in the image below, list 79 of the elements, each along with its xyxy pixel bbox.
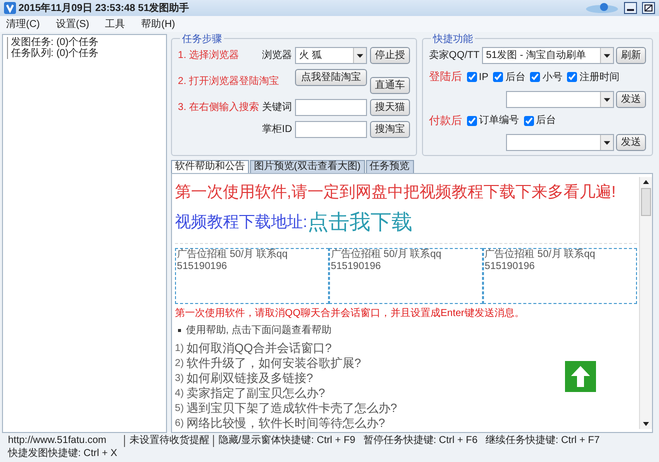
through-train-button[interactable]: 直通车: [370, 77, 410, 94]
status-text: 快捷发图快捷键: Ctrl + X: [6, 448, 118, 460]
checkbox-label[interactable]: 后台: [536, 113, 556, 128]
search-taobao-button[interactable]: 搜淘宝: [370, 121, 410, 138]
checkbox-label[interactable]: 小号: [542, 70, 562, 85]
step-label: 2. 打开浏览器登陆淘宝: [178, 74, 280, 89]
keyword-field[interactable]: [295, 99, 367, 116]
scrollbar[interactable]: [639, 177, 652, 429]
status-text: 未设置待收货提醒: [124, 435, 214, 447]
question-number: 3): [174, 372, 184, 386]
tab[interactable]: 图片预览(双击查看大图): [250, 160, 365, 173]
step-label: 3. 在右侧输入搜索: [178, 100, 260, 115]
status-text: http://www.51fatu.com: [7, 435, 108, 447]
status-text: 继续任务快捷键: Ctrl + F7: [484, 435, 601, 447]
refresh-button[interactable]: 刷新: [616, 47, 646, 64]
scroll-thumb[interactable]: [641, 188, 651, 216]
warning-text: 第一次使用软件，请取消QQ聊天合并会话窗口，并且设置成Enter键发送消息。: [174, 306, 526, 320]
faq-link[interactable]: 卖家指定了副宝贝怎么办?: [186, 386, 326, 400]
checkbox-label[interactable]: 订单编号: [478, 113, 519, 128]
caret-icon[interactable]: [600, 135, 612, 150]
ad-slot[interactable]: 广告位招租 50/月 联系qq 515190196: [328, 248, 483, 304]
tab[interactable]: 软件帮助和公告: [170, 160, 249, 173]
help-intro: 使用帮助, 点击下面问题查看帮助: [186, 324, 332, 338]
checkbox-label[interactable]: IP: [478, 70, 488, 85]
step-label: 1. 选择浏览器: [178, 48, 240, 63]
menu-item[interactable]: 帮助(H): [141, 16, 176, 32]
window-title: 2015年11月09日 23:53:48 51发图助手: [18, 2, 190, 16]
question-number: 6): [174, 416, 184, 429]
tree-item[interactable]: 任务队列: (0)个任务: [7, 48, 162, 59]
field-label: 关键词: [262, 100, 292, 115]
stop-button[interactable]: 停止授: [370, 47, 410, 64]
logo-icon: [4, 2, 16, 14]
menu-item[interactable]: 设置(S): [56, 16, 90, 32]
checkbox-label[interactable]: 注册时间: [579, 70, 620, 85]
send-button[interactable]: 发送: [616, 134, 646, 151]
section-label: 登陆后: [428, 70, 462, 85]
tree-item[interactable]: 发图任务: (0)个任务: [7, 37, 162, 48]
status-text: 暂停任务快捷键: Ctrl + F6: [362, 435, 479, 447]
question-number: 5): [174, 402, 184, 416]
search-tmall-button[interactable]: 搜天猫: [370, 99, 410, 116]
group-title: 任务步骤: [180, 32, 224, 47]
ad-slot[interactable]: 广告位招租 50/月 联系qq 515190196: [482, 248, 636, 304]
download-label: 视频教程下载地址:: [174, 212, 308, 233]
checkbox-label[interactable]: 后台: [505, 70, 526, 85]
question-number: 4): [174, 386, 184, 400]
faq-link[interactable]: 遇到宝贝下架了造成软件卡壳了怎么办?: [186, 400, 398, 416]
restore-icon[interactable]: [642, 2, 655, 14]
checkbox[interactable]: [524, 116, 534, 126]
checkbox[interactable]: [530, 72, 540, 82]
checkbox[interactable]: [493, 72, 504, 82]
notice-text: 第一次使用软件,请一定到网盘中把视频教程下载下来多看几遍!: [174, 182, 617, 203]
faq-link[interactable]: 如何取消QQ合并会话窗口?: [186, 340, 332, 356]
faq-link[interactable]: 如何刷双链接及多链接?: [186, 370, 314, 386]
dropdown[interactable]: 51发图 - 淘宝自动刷单: [482, 47, 614, 64]
send-button[interactable]: 发送: [616, 90, 646, 108]
faq-link[interactable]: 网络比较慢，软件长时间等待怎么办?: [186, 416, 386, 429]
field-label: 掌柜ID: [261, 122, 292, 137]
checkbox[interactable]: [466, 72, 477, 82]
field-label: 浏览器: [262, 48, 292, 63]
ad-slot[interactable]: 广告位招租 50/月 联系qq 515190196: [174, 248, 329, 304]
status-text: 隐藏/显示窗体快捷键: Ctrl + F9: [213, 435, 360, 447]
field-label: 卖家QQ/TT: [428, 48, 480, 63]
shop-id-field[interactable]: [295, 121, 367, 138]
caret-icon[interactable]: [600, 92, 612, 106]
checkbox[interactable]: [466, 116, 477, 126]
question-number: 1): [174, 342, 184, 356]
dropdown[interactable]: 火 狐: [295, 47, 367, 64]
minimize-icon[interactable]: [624, 2, 637, 14]
menu-item[interactable]: 工具: [105, 16, 126, 32]
caret-icon[interactable]: [352, 48, 366, 63]
menu-item[interactable]: 清理(C): [6, 16, 40, 32]
tab[interactable]: 任务预览: [366, 160, 414, 173]
bullet-icon: [178, 329, 181, 332]
section-label: 付款后: [428, 114, 462, 128]
login-button[interactable]: 点我登陆淘宝: [295, 69, 367, 86]
question-number: 2): [174, 356, 184, 370]
faq-link[interactable]: 软件升级了，如何安装谷歌扩展?: [186, 356, 362, 370]
checkbox[interactable]: [567, 72, 578, 82]
caret-icon[interactable]: [600, 48, 612, 63]
